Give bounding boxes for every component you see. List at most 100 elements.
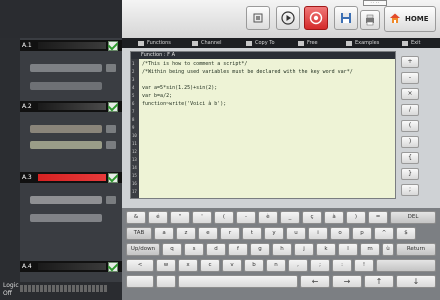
key[interactable]: i	[308, 227, 328, 240]
channel-row[interactable]: A.1	[20, 40, 122, 51]
channel-slot	[30, 214, 102, 222]
channel-toggle[interactable]	[106, 125, 116, 133]
key[interactable]: z	[176, 227, 196, 240]
key[interactable]: l	[338, 243, 358, 256]
line-number: 15	[132, 173, 137, 178]
key[interactable]: g	[250, 243, 270, 256]
key[interactable]: ù	[382, 243, 394, 256]
operator-button[interactable]: ;	[401, 184, 419, 196]
key[interactable]: =	[368, 211, 388, 224]
channel-toggle[interactable]	[106, 64, 116, 72]
key[interactable]: q	[162, 243, 182, 256]
key[interactable]: -	[236, 211, 256, 224]
key[interactable]: b	[244, 259, 264, 272]
key[interactable]: o	[330, 227, 350, 240]
channel-slot	[30, 82, 102, 90]
delete-key[interactable]: DEL	[390, 211, 436, 224]
up-arrow-key[interactable]: ↑	[364, 275, 394, 288]
key[interactable]: :	[332, 259, 352, 272]
key[interactable]: y	[264, 227, 284, 240]
key[interactable]: è	[258, 211, 278, 224]
space-key[interactable]	[178, 275, 298, 288]
key[interactable]: ,	[288, 259, 308, 272]
key[interactable]: f	[228, 243, 248, 256]
menu-functions[interactable]: Functions	[138, 38, 171, 48]
home-button[interactable]: HOME	[384, 6, 436, 32]
key[interactable]: a	[154, 227, 174, 240]
key[interactable]: ^	[374, 227, 394, 240]
key[interactable]: v	[222, 259, 242, 272]
key[interactable]: h	[272, 243, 292, 256]
record-button[interactable]	[304, 6, 328, 30]
down-arrow-key[interactable]: ↓	[396, 275, 436, 288]
menu-free[interactable]: Free	[298, 38, 318, 48]
key[interactable]: n	[266, 259, 286, 272]
key[interactable]: w	[156, 259, 176, 272]
key[interactable]: k	[316, 243, 336, 256]
save-button[interactable]	[334, 6, 358, 30]
channel-checkbox[interactable]	[108, 262, 118, 272]
key[interactable]: é	[148, 211, 168, 224]
tab-key[interactable]: TAB	[126, 227, 152, 240]
menu-exit[interactable]: Exit	[402, 38, 420, 48]
channel-checkbox[interactable]	[108, 41, 118, 51]
key[interactable]: (	[214, 211, 234, 224]
key[interactable]	[156, 275, 176, 288]
operator-button[interactable]: )	[401, 136, 419, 148]
key[interactable]: x	[178, 259, 198, 272]
key[interactable]: m	[360, 243, 380, 256]
operator-button[interactable]: (	[401, 120, 419, 132]
channel-toggle[interactable]	[106, 141, 116, 149]
left-arrow-key[interactable]: ←	[300, 275, 330, 288]
key[interactable]: !	[354, 259, 374, 272]
channel-row[interactable]: A.3	[20, 172, 122, 183]
script-editor[interactable]: Function : F A 1 2 3 4 5 6 7 8 9 10 11 1…	[130, 51, 396, 199]
key[interactable]: )	[346, 211, 366, 224]
channel-row[interactable]: A.4	[20, 261, 122, 272]
frame-icon	[252, 12, 264, 24]
key[interactable]: <	[126, 259, 154, 272]
key[interactable]: à	[324, 211, 344, 224]
channel-checkbox[interactable]	[108, 102, 118, 112]
operator-button[interactable]: }	[401, 168, 419, 180]
menu-bar: Functions Channel Copy To Free Examples …	[122, 38, 440, 48]
play-button[interactable]	[276, 6, 300, 30]
channel-row[interactable]: A.2	[20, 101, 122, 112]
key[interactable]: '	[192, 211, 212, 224]
key[interactable]: _	[280, 211, 300, 224]
print-button[interactable]	[360, 10, 380, 30]
key[interactable]: r	[220, 227, 240, 240]
updown-key[interactable]: Up/down	[126, 243, 160, 256]
operator-button[interactable]: /	[401, 104, 419, 116]
operator-button[interactable]: ×	[401, 88, 419, 100]
key[interactable]: $	[396, 227, 416, 240]
key[interactable]: e	[198, 227, 218, 240]
return-key[interactable]: Return	[396, 243, 436, 256]
key[interactable]: d	[206, 243, 226, 256]
operator-button[interactable]: -	[401, 72, 419, 84]
key[interactable]: s	[184, 243, 204, 256]
operator-button[interactable]: {	[401, 152, 419, 164]
home-icon	[389, 12, 401, 26]
line-number: 7	[132, 109, 135, 114]
key[interactable]: p	[352, 227, 372, 240]
key[interactable]: "	[170, 211, 190, 224]
channel-checkbox[interactable]	[108, 173, 118, 183]
key[interactable]: j	[294, 243, 314, 256]
screenshot-button[interactable]	[246, 6, 270, 30]
menu-copy-to[interactable]: Copy To	[246, 38, 275, 48]
key[interactable]: ç	[302, 211, 322, 224]
menu-examples[interactable]: Examples	[346, 38, 379, 48]
key[interactable]: ;	[310, 259, 330, 272]
operator-button[interactable]: +	[401, 56, 419, 68]
shift-key[interactable]	[376, 259, 436, 272]
menu-channel[interactable]: Channel	[192, 38, 222, 48]
key[interactable]: &	[126, 211, 146, 224]
key[interactable]: t	[242, 227, 262, 240]
key[interactable]	[126, 275, 154, 288]
key[interactable]: c	[200, 259, 220, 272]
right-arrow-key[interactable]: →	[332, 275, 362, 288]
play-icon	[281, 11, 295, 25]
key[interactable]: u	[286, 227, 306, 240]
channel-toggle[interactable]	[106, 196, 116, 204]
